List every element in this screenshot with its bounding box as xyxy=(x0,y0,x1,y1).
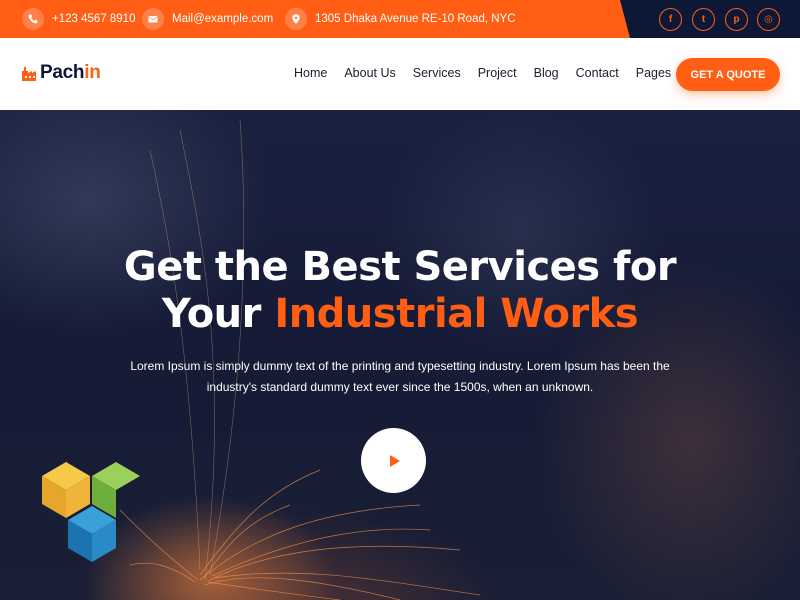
email-icon xyxy=(142,8,164,30)
pinterest-icon[interactable]: p xyxy=(725,8,748,31)
main-navbar: Pachin Home About Us Services Project Bl… xyxy=(0,38,800,110)
hero-title-line1: Get the Best Services for xyxy=(123,244,677,290)
hero-description: Lorem Ipsum is simply dummy text of the … xyxy=(130,359,670,394)
top-info-bar: +123 4567 8910 Mail@example.com 1305 Dha… xyxy=(0,0,800,38)
nav-item-project[interactable]: Project xyxy=(478,66,517,80)
play-icon xyxy=(389,454,400,467)
nav-item-blog[interactable]: Blog xyxy=(534,66,559,80)
hero-title: Get the Best Services for Your Industria… xyxy=(0,244,800,338)
logo-text: Pachin xyxy=(40,62,101,83)
hero-title-accent: Industrial Works xyxy=(274,291,639,337)
topbar-email-text: Mail@example.com xyxy=(172,13,274,25)
nav-item-about-us[interactable]: About Us xyxy=(344,66,395,80)
play-video-button[interactable] xyxy=(361,428,426,493)
twitter-icon[interactable]: t xyxy=(692,8,715,31)
nav-item-contact[interactable]: Contact xyxy=(576,66,619,80)
location-icon xyxy=(285,8,307,30)
primary-nav: Home About Us Services Project Blog Cont… xyxy=(294,66,688,80)
site-logo[interactable]: Pachin xyxy=(22,62,101,84)
topbar-phone-text: +123 4567 8910 xyxy=(52,13,136,25)
phone-icon xyxy=(22,8,44,30)
visual-composer-logo xyxy=(42,462,140,562)
facebook-icon[interactable]: f xyxy=(659,8,682,31)
instagram-icon[interactable]: ◎ xyxy=(757,8,780,31)
hero-title-line2-plain: Your xyxy=(161,291,275,337)
nav-item-home[interactable]: Home xyxy=(294,66,327,80)
get-a-quote-button[interactable]: GET A QUOTE xyxy=(676,58,780,91)
topbar-email[interactable]: Mail@example.com xyxy=(142,8,273,30)
factory-icon xyxy=(22,67,36,81)
topbar-address[interactable]: 1305 Dhaka Avenue RE-10 Road, NYC xyxy=(285,8,516,30)
nav-item-pages[interactable]: Pages xyxy=(636,66,671,80)
topbar-phone[interactable]: +123 4567 8910 xyxy=(22,8,135,30)
hero-section: Get the Best Services for Your Industria… xyxy=(0,110,800,600)
nav-item-services[interactable]: Services xyxy=(413,66,461,80)
topbar-address-text: 1305 Dhaka Avenue RE-10 Road, NYC xyxy=(315,13,516,25)
